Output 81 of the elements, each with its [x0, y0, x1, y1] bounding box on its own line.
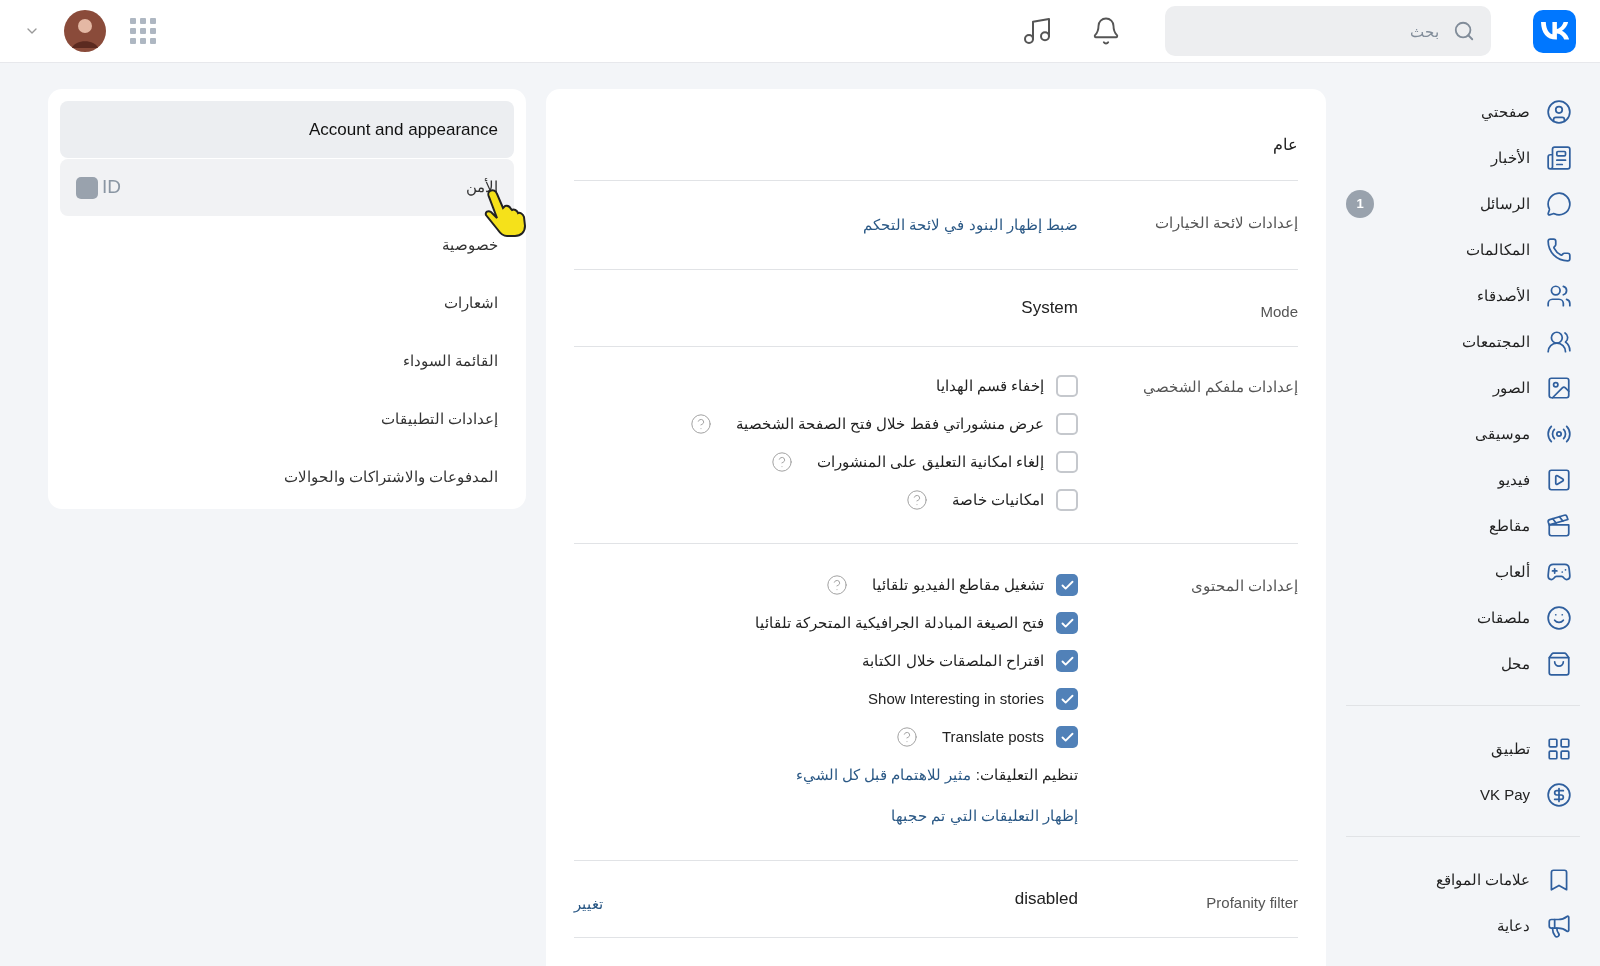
- setting-value[interactable]: System: [574, 295, 1078, 321]
- menu-item[interactable]: اشعارات: [60, 275, 514, 332]
- checkbox-label: Show Interesting in stories: [868, 688, 1044, 709]
- setting-label: إعدادات ملفكم الشخصي: [1142, 378, 1298, 395]
- smile-icon: [1546, 605, 1572, 631]
- sidebar-item[interactable]: محل: [1346, 641, 1580, 687]
- checkbox[interactable]: [1056, 489, 1078, 511]
- comment-order-text: تنظيم التعليقات: مثير للاهتمام قبل كل الشيء: [795, 764, 1078, 786]
- unread-badge: 1: [1346, 190, 1374, 218]
- section-title: عام: [1273, 134, 1298, 156]
- setting-label: إعدادات لائحة الخيارات: [1154, 214, 1298, 231]
- coin-icon: [1546, 782, 1572, 808]
- sidebar-item[interactable]: الأخبار: [1346, 135, 1580, 181]
- sidebar-item[interactable]: الأصدقاء: [1346, 273, 1580, 319]
- image-icon: [1546, 375, 1572, 401]
- checkbox[interactable]: [1056, 650, 1078, 672]
- link[interactable]: إظهار التعليقات التي تم حجبها: [891, 804, 1078, 828]
- sidebar-item[interactable]: فيديو: [1346, 457, 1580, 503]
- megaphone-icon: [1546, 913, 1572, 939]
- clips-icon: [1546, 513, 1572, 539]
- chat-icon: [1546, 191, 1572, 217]
- change-link[interactable]: تغيير: [574, 892, 603, 915]
- checkbox[interactable]: [1056, 726, 1078, 748]
- notification-icon[interactable]: [1091, 16, 1121, 46]
- help-icon[interactable]: [896, 726, 918, 748]
- vk-id-badge: ID: [76, 173, 121, 202]
- sidebar-item[interactable]: علامات المواقع: [1346, 857, 1580, 903]
- sidebar-item[interactable]: موسيقى: [1346, 411, 1580, 457]
- sidebar-item[interactable]: تطبيق: [1346, 726, 1580, 772]
- checkbox[interactable]: [1056, 688, 1078, 710]
- sidebar-item[interactable]: الصور: [1346, 365, 1580, 411]
- phone-icon: [1546, 237, 1572, 263]
- checkbox-label: تشغيل مقاطع الفيديو تلقائيا: [872, 574, 1044, 596]
- video-icon: [1546, 467, 1572, 493]
- menu-item[interactable]: القائمة السوداء: [60, 333, 514, 390]
- checkbox[interactable]: [1056, 451, 1078, 473]
- link[interactable]: ضبط إظهار البنود في لائحة التحكم: [863, 213, 1078, 237]
- setting-value[interactable]: disabled: [603, 886, 1078, 912]
- checkbox-label: امكانيات خاصة: [951, 489, 1044, 510]
- vk-logo-icon: [1540, 22, 1569, 40]
- friends-icon: [1546, 283, 1572, 309]
- menu-item[interactable]: المدفوعات والاشتراكات والحوالات: [60, 449, 514, 506]
- sidebar-item[interactable]: المكالمات: [1346, 227, 1580, 273]
- sidebar-item[interactable]: صفحتي: [1346, 89, 1580, 135]
- profile-icon: [1546, 99, 1572, 125]
- help-icon[interactable]: [905, 489, 928, 511]
- help-icon[interactable]: [690, 413, 712, 435]
- menu-item[interactable]: خصوصية: [60, 217, 514, 274]
- avatar[interactable]: [64, 10, 106, 52]
- group-icon: [1546, 329, 1572, 355]
- checkbox[interactable]: [1056, 612, 1078, 634]
- apps-grid-icon[interactable]: [130, 18, 156, 44]
- logo[interactable]: [1533, 9, 1576, 53]
- search-field[interactable]: بحث: [1165, 6, 1491, 56]
- sidebar-item[interactable]: ملصقات: [1346, 595, 1580, 641]
- sidebar-item[interactable]: ألعاب: [1346, 549, 1580, 595]
- checkbox-label: اقتراح الملصقات خلال الكتابة: [862, 650, 1044, 672]
- sidebar-item[interactable]: مقاطع: [1346, 503, 1580, 549]
- bag-icon: [1546, 651, 1572, 677]
- checkbox-label: فتح الصيغة المبادلة الجرافيكية المتحركة تلقائيا: [755, 612, 1044, 634]
- checkbox-label: Translate posts: [942, 726, 1044, 747]
- link[interactable]: مثير للاهتمام قبل كل الشيء: [795, 765, 972, 783]
- sidebar-item[interactable]: المجتمعات: [1346, 319, 1580, 365]
- setting-label: إعدادات المحتوى: [1190, 577, 1298, 594]
- setting-label: Mode: [1260, 303, 1298, 320]
- help-icon[interactable]: [771, 451, 794, 473]
- menu-item[interactable]: إعدادات التطبيقات: [60, 391, 514, 448]
- news-icon: [1546, 145, 1572, 171]
- help-icon[interactable]: [826, 574, 849, 596]
- checkbox-label: إلغاء امكانية التعليق على المنشورات: [817, 451, 1044, 473]
- sidebar-item[interactable]: دعاية: [1346, 903, 1580, 949]
- checkbox[interactable]: [1056, 574, 1078, 596]
- apps-icon: [1546, 736, 1572, 762]
- setting-label: Profanity filter: [1206, 894, 1298, 911]
- checkbox[interactable]: [1056, 375, 1078, 397]
- sidebar-item[interactable]: VK Pay: [1346, 772, 1580, 818]
- checkbox-label: إخفاء قسم الهدايا: [935, 375, 1044, 397]
- search-icon: [1453, 20, 1475, 42]
- checkbox-label: عرض منشوراتي فقط خلال فتح الصفحة الشخصية: [736, 413, 1044, 435]
- menu-item[interactable]: Account and appearance: [60, 101, 514, 158]
- checkbox[interactable]: [1056, 413, 1078, 435]
